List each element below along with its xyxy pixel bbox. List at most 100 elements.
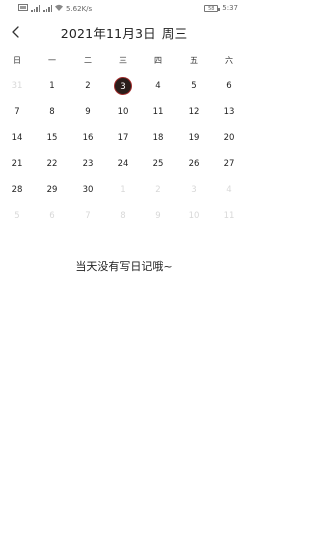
calendar-day[interactable]: 8 [106,204,140,228]
calendar-day[interactable]: 16 [71,126,105,150]
day-number: 6 [49,211,55,221]
weekday-label: 五 [190,56,198,65]
calendar-day[interactable]: 24 [106,152,140,176]
status-bar: 5.62K/s 58 5:37 [0,0,248,18]
page-title: 2021年11月3日 周三 [0,23,248,42]
calendar-day[interactable]: 21 [0,152,34,176]
day-number: 8 [49,107,55,117]
weekday-label: 四 [154,56,162,65]
calendar-day[interactable]: 26 [177,152,211,176]
day-number: 5 [191,81,197,91]
day-number: 12 [188,107,200,117]
calendar-day[interactable]: 11 [141,100,175,124]
day-number: 10 [117,107,129,117]
day-number: 4 [226,185,232,195]
calendar-day[interactable]: 10 [177,204,211,228]
day-number: 11 [223,211,235,221]
calendar-day[interactable]: 20 [212,126,246,150]
calendar-day[interactable]: 22 [35,152,69,176]
day-number: 2 [85,81,91,91]
title-weekday: 周三 [161,26,188,41]
title-date: 2021年11月3日 [60,26,156,41]
day-number: 9 [85,107,91,117]
day-number: 28 [11,185,23,195]
weekday-label: 六 [225,56,233,65]
day-number: 24 [117,159,129,169]
day-number: 16 [82,133,94,143]
calendar-day[interactable]: 9 [141,204,175,228]
day-number: 4 [155,81,161,91]
calendar-day[interactable]: 10 [106,100,140,124]
calendar-day[interactable]: 7 [71,204,105,228]
day-number: 20 [223,133,235,143]
calendar-day[interactable]: 3 [177,178,211,202]
calendar-day[interactable]: 7 [0,100,34,124]
calendar-day[interactable]: 18 [141,126,175,150]
day-number: 6 [226,81,232,91]
calendar-day[interactable]: 15 [35,126,69,150]
day-number: 26 [188,159,200,169]
calendar-day[interactable]: 11 [212,204,246,228]
sim-icon [18,4,28,13]
calendar-day[interactable]: 4 [212,178,246,202]
day-number: 18 [152,133,164,143]
calendar-day[interactable]: 6 [212,74,246,98]
calendar-day[interactable]: 8 [35,100,69,124]
header: 2021年11月3日 周三 [0,19,248,45]
day-number: 11 [152,107,164,117]
calendar-day[interactable]: 6 [35,204,69,228]
day-number: 13 [223,107,235,117]
signal-icon [31,5,40,12]
day-number: 3 [114,77,132,95]
calendar-day[interactable]: 30 [71,178,105,202]
day-number: 3 [191,185,197,195]
empty-diary-message: 当天没有写日记哦~ [75,260,173,273]
day-number: 22 [46,159,58,169]
weekday-label: 三 [119,56,127,65]
day-number: 19 [188,133,200,143]
calendar-day[interactable]: 12 [177,100,211,124]
weekday-header-row: 日一二三四五六 [0,52,248,68]
day-number: 25 [152,159,164,169]
battery-icon: 58 [204,4,221,12]
day-number: 1 [49,81,55,91]
weekday-label: 日 [13,56,21,65]
day-number: 31 [11,81,23,91]
signal-icon [43,5,52,12]
calendar-day[interactable]: 25 [141,152,175,176]
calendar-day[interactable]: 5 [0,204,34,228]
calendar-day[interactable]: 1 [35,74,69,98]
day-number: 17 [117,133,129,143]
calendar-day[interactable]: 1 [106,178,140,202]
calendar-day[interactable]: 31 [0,74,34,98]
clock: 5:37 [222,4,238,12]
calendar-day-selected[interactable]: 3 [106,74,140,98]
day-number: 1 [120,185,126,195]
day-number: 27 [223,159,235,169]
calendar-day[interactable]: 14 [0,126,34,150]
wifi-icon [55,4,63,13]
calendar-day[interactable]: 27 [212,152,246,176]
day-number: 7 [14,107,20,117]
calendar-day[interactable]: 5 [177,74,211,98]
calendar-day[interactable]: 29 [35,178,69,202]
day-number: 7 [85,211,91,221]
day-number: 5 [14,211,20,221]
calendar-day[interactable]: 2 [141,178,175,202]
weekday-label: 二 [84,56,92,65]
day-number: 15 [46,133,58,143]
day-number: 21 [11,159,23,169]
calendar-day[interactable]: 17 [106,126,140,150]
calendar-day[interactable]: 28 [0,178,34,202]
calendar-day[interactable]: 13 [212,100,246,124]
day-number: 14 [11,133,23,143]
calendar-day[interactable]: 4 [141,74,175,98]
calendar-day[interactable]: 19 [177,126,211,150]
calendar-day[interactable]: 23 [71,152,105,176]
calendar-day[interactable]: 9 [71,100,105,124]
day-number: 9 [155,211,161,221]
day-number: 29 [46,185,58,195]
status-left: 5.62K/s [18,4,92,13]
calendar-day[interactable]: 2 [71,74,105,98]
weekday-label: 一 [48,56,56,65]
